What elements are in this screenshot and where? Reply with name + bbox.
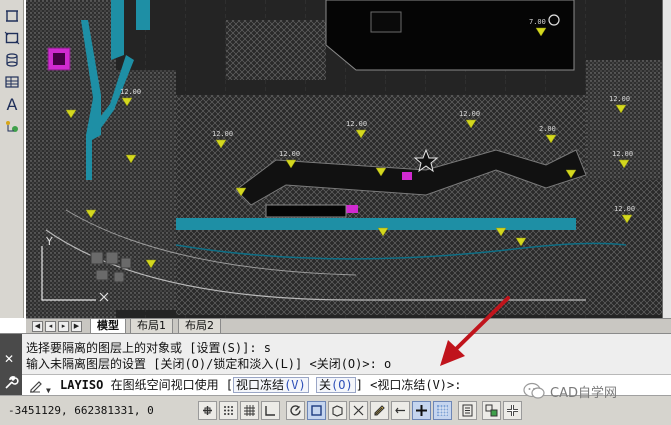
command-prompt-icon[interactable] [28,378,44,394]
tab-model[interactable]: 模型 [90,319,126,334]
command-name: LAYISO [60,378,104,392]
command-prompt-text: LAYISO 在图纸空间视口使用 [视口冻结(V) 关(O)] <视口冻结(V)… [60,375,462,396]
option-viewport-freeze[interactable]: 视口冻结(V) [233,377,309,393]
object-snap-tracking-icon[interactable] [349,401,368,420]
elevation-tag: 12.00 [614,205,635,213]
lineweight-icon[interactable] [412,401,431,420]
elevation-tag: 12.00 [120,88,141,96]
table-icon[interactable] [2,72,22,92]
dynamic-ucs-icon[interactable] [370,401,389,420]
layout-tab-bar: ◀ ◂ ▸ ▶ 模型 布局1 布局2 [26,318,671,334]
coordinate-readout[interactable]: -3451129, 662381331, 0 [8,404,154,417]
3d-object-snap-icon[interactable] [328,401,347,420]
option-off[interactable]: 关(O) [315,377,356,393]
command-prompt-default: ] <视口冻结(V)>: [355,378,462,392]
grid-display-icon[interactable] [240,401,259,420]
first-tab-arrow-icon[interactable]: ◀ [32,321,43,332]
text-icon[interactable]: A [2,94,22,114]
quick-properties-icon[interactable] [458,401,477,420]
ucs-y-label: Y [45,235,53,248]
watermark-text: CAD自学网 [550,385,617,401]
elevation-tag: 12.00 [459,110,480,118]
tab-layout2[interactable]: 布局2 [178,319,221,334]
floor-plan-drawing[interactable]: 12.00 12.00 12.00 12.00 12.00 12.00 12.0… [26,0,663,318]
elevation-tag: 12.00 [212,130,233,138]
cylinder-icon[interactable] [2,50,22,70]
ortho-mode-icon[interactable] [261,401,280,420]
ucs-icon[interactable] [2,116,22,136]
tab-layout1[interactable]: 布局1 [130,319,173,334]
wrench-icon[interactable] [3,375,19,391]
close-icon[interactable]: ✕ [4,352,14,366]
command-history-line: 选择要隔离的图层上的对象或 [设置(S)]: s [26,341,272,355]
elevation-tag: 12.00 [279,150,300,158]
transparency-icon[interactable] [433,401,452,420]
infer-constraints-icon[interactable] [198,401,217,420]
elevation-tag: 12.00 [612,150,633,158]
command-line-handle[interactable]: ✕ [0,334,22,396]
elevation-tag: 7.00 [529,18,546,26]
right-scroll-strip[interactable] [663,0,671,318]
watermark: CAD自学网 [523,380,617,402]
dynamic-input-icon[interactable] [391,401,410,420]
dimension-icon[interactable] [2,6,22,26]
draw-toolbar: A [0,0,24,318]
command-prompt: 在图纸空间视口使用 [ [103,378,234,392]
rectangle-icon[interactable] [2,28,22,48]
polar-tracking-icon[interactable] [286,401,305,420]
elevation-tag: 2.00 [539,125,556,133]
drawing-canvas[interactable]: 12.00 12.00 12.00 12.00 12.00 12.00 12.0… [26,0,663,318]
elevation-tag: 12.00 [609,95,630,103]
prev-tab-arrow-icon[interactable]: ◂ [45,321,56,332]
selection-cycling-icon[interactable] [482,401,501,420]
snap-mode-icon[interactable] [219,401,238,420]
object-snap-icon[interactable] [307,401,326,420]
command-history-line: 输入未隔离图层的设置 [关闭(O)/锁定和淡入(L)] <关闭(O)>: o [26,357,392,371]
elevation-tag: 12.00 [346,120,367,128]
next-tab-arrow-icon[interactable]: ▸ [58,321,69,332]
chat-bubble-logo-icon [523,382,545,399]
annotation-monitor-icon[interactable] [503,401,522,420]
last-tab-arrow-icon[interactable]: ▶ [71,321,82,332]
